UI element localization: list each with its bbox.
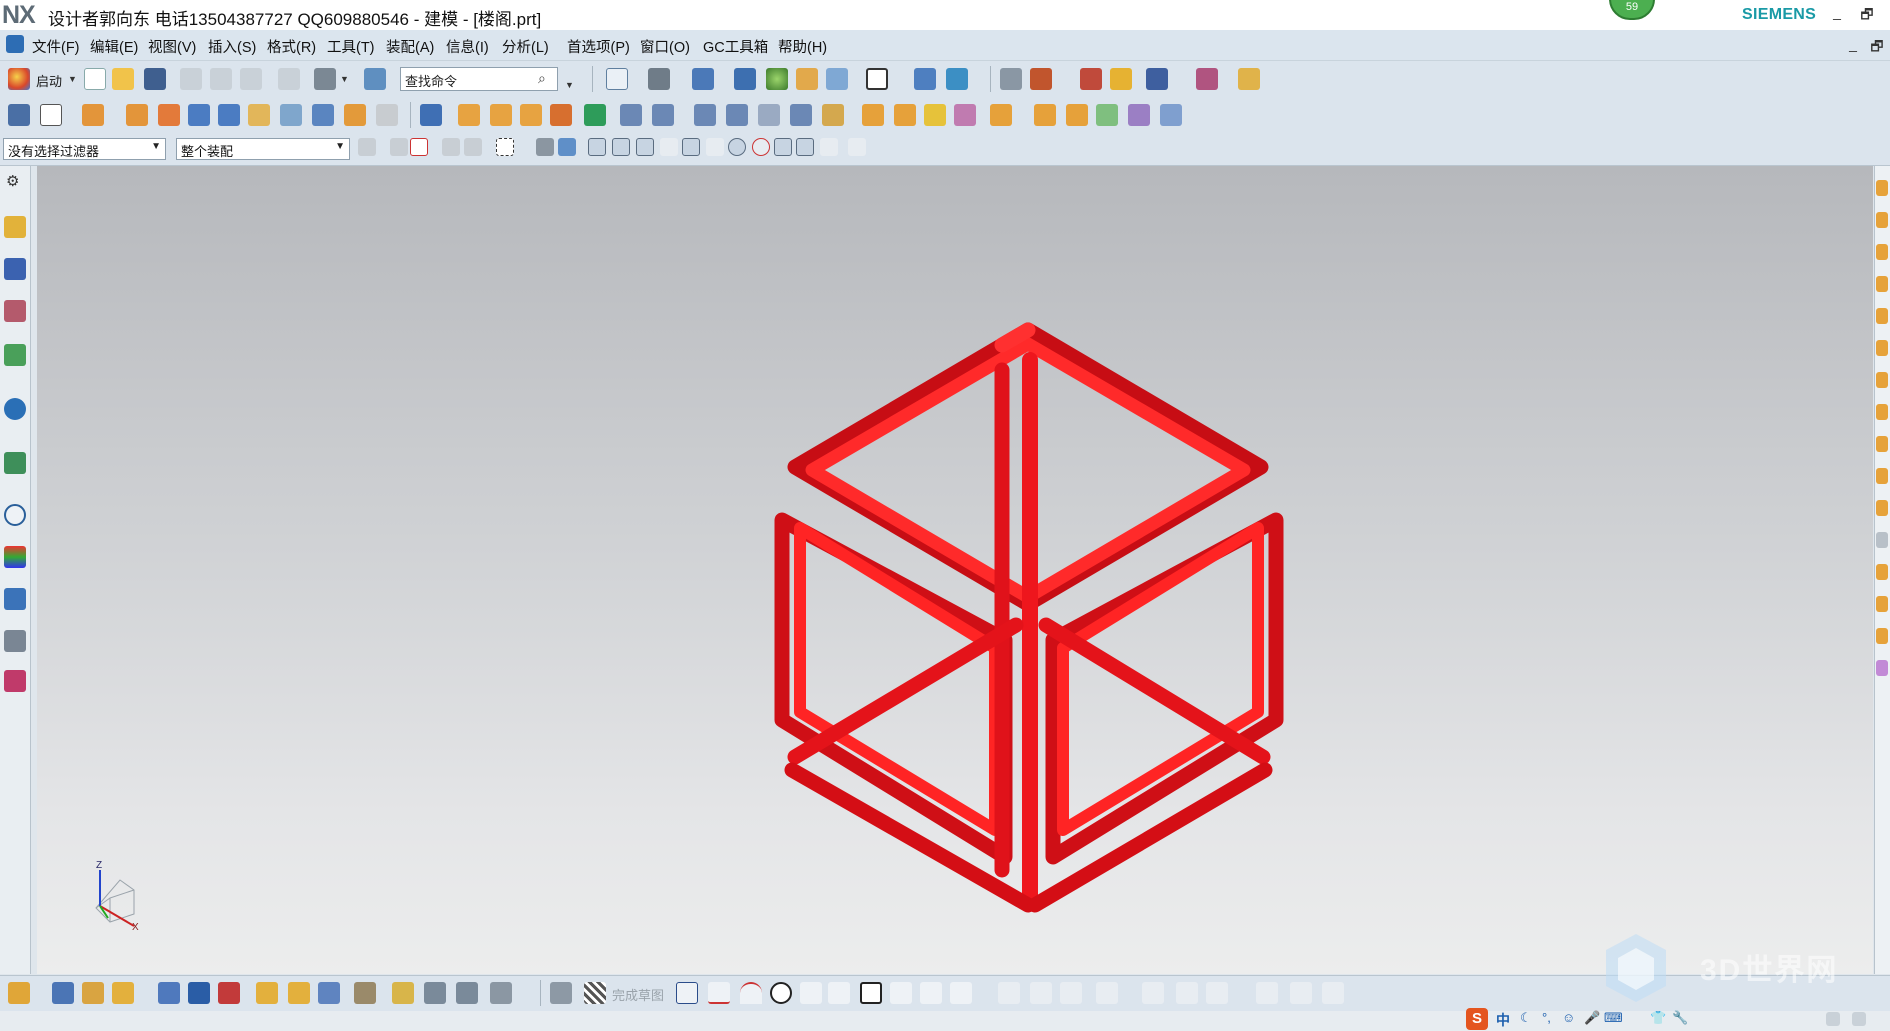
x-axis-label: X	[132, 922, 139, 933]
rectangle-icon[interactable]	[860, 982, 882, 1004]
ime-mode-indicator[interactable]: 中	[1496, 1010, 1510, 1030]
mirror-curve-icon[interactable]	[1142, 982, 1164, 1004]
convert-reference-icon[interactable]	[1322, 982, 1344, 1004]
right-tab-icon[interactable]	[1876, 244, 1888, 260]
sketch-task-icon[interactable]	[8, 982, 30, 1004]
cube-frame-model[interactable]	[774, 322, 1284, 913]
array-component-icon[interactable]	[256, 982, 278, 1004]
polygon-icon[interactable]	[890, 982, 912, 1004]
status-grid-icon[interactable]	[1826, 1012, 1840, 1026]
finish-sketch-button[interactable]: 完成草图	[612, 985, 664, 1004]
component-icon[interactable]	[82, 982, 104, 1004]
wrench-icon[interactable]: 🔧	[1672, 1010, 1688, 1026]
keyboard-icon[interactable]: ⌨	[1604, 1010, 1623, 1026]
z-axis-label: Z	[96, 860, 103, 871]
emoji-icon[interactable]: ☺	[1562, 1010, 1575, 1025]
right-tab-icon[interactable]	[1876, 340, 1888, 356]
right-tab-icon[interactable]	[1876, 436, 1888, 452]
right-tab-icon[interactable]	[1876, 276, 1888, 292]
wave-geometry-icon[interactable]	[318, 982, 340, 1004]
dimensions-icon[interactable]	[1206, 982, 1228, 1004]
sequence-icon[interactable]	[424, 982, 446, 1004]
ellipse-icon[interactable]	[950, 982, 972, 1004]
offset-curve-icon[interactable]	[1096, 982, 1118, 1004]
right-tab-icon[interactable]	[1876, 660, 1888, 676]
mirror-assembly-icon[interactable]	[218, 982, 240, 1004]
punctuation-icon[interactable]: °,	[1542, 1010, 1551, 1025]
move-component-icon[interactable]	[158, 982, 180, 1004]
right-tab-icon[interactable]	[1876, 468, 1888, 484]
assembly-constraints-icon[interactable]	[188, 982, 210, 1004]
model-canvas	[95, 322, 1284, 927]
right-tab-icon[interactable]	[1876, 628, 1888, 644]
right-tab-icon[interactable]	[1876, 372, 1888, 388]
finish-sketch-flag-icon[interactable]	[584, 982, 606, 1004]
sketch-icon[interactable]	[550, 982, 572, 1004]
quick-extend-icon[interactable]	[1030, 982, 1052, 1004]
center-left-diagonal-tube	[787, 617, 1024, 765]
right-tab-icon[interactable]	[1876, 180, 1888, 196]
view-triad	[95, 870, 135, 927]
constraints-icon[interactable]	[1176, 982, 1198, 1004]
clearance-icon[interactable]	[392, 982, 414, 1004]
right-tab-icon[interactable]	[1876, 564, 1888, 580]
right-tab-icon[interactable]	[1876, 308, 1888, 324]
right-tab-icon[interactable]	[1876, 500, 1888, 516]
show-constraints-icon[interactable]	[1290, 982, 1312, 1004]
auto-constrain-icon[interactable]	[1256, 982, 1278, 1004]
right-tab-icon[interactable]	[1876, 404, 1888, 420]
right-tab-icon[interactable]	[1876, 596, 1888, 612]
right-tab-icon[interactable]	[1876, 212, 1888, 228]
skin-icon[interactable]: 👕	[1650, 1010, 1666, 1026]
profile-icon[interactable]	[676, 982, 698, 1004]
watermark-text: 3D世界网	[1700, 954, 1839, 987]
status-layout-icon[interactable]	[1852, 1012, 1866, 1026]
fillet-icon[interactable]	[800, 982, 822, 1004]
toolbar-separator	[540, 980, 541, 1006]
microphone-icon[interactable]: 🎤	[1584, 1010, 1600, 1026]
line-icon[interactable]	[708, 982, 730, 1004]
right-tab-icon[interactable]	[1876, 532, 1888, 548]
moon-icon[interactable]: ☾	[1520, 1010, 1532, 1026]
circle-icon[interactable]	[770, 982, 792, 1004]
center-right-diagonal-tube	[1038, 617, 1271, 765]
assembly-tools-icon[interactable]	[52, 982, 74, 1004]
add-component-icon[interactable]	[112, 982, 134, 1004]
point-icon[interactable]	[920, 982, 942, 1004]
assembly-cut-icon[interactable]	[490, 982, 512, 1004]
chamfer-sketch-icon[interactable]	[828, 982, 850, 1004]
link-icon[interactable]	[456, 982, 478, 1004]
replace-component-icon[interactable]	[288, 982, 310, 1004]
ime-sogou-icon[interactable]: S	[1466, 1008, 1488, 1030]
make-corner-icon[interactable]	[1060, 982, 1082, 1004]
arc-icon[interactable]	[740, 982, 762, 1004]
quick-trim-icon[interactable]	[998, 982, 1020, 1004]
exploded-view-icon[interactable]	[354, 982, 376, 1004]
